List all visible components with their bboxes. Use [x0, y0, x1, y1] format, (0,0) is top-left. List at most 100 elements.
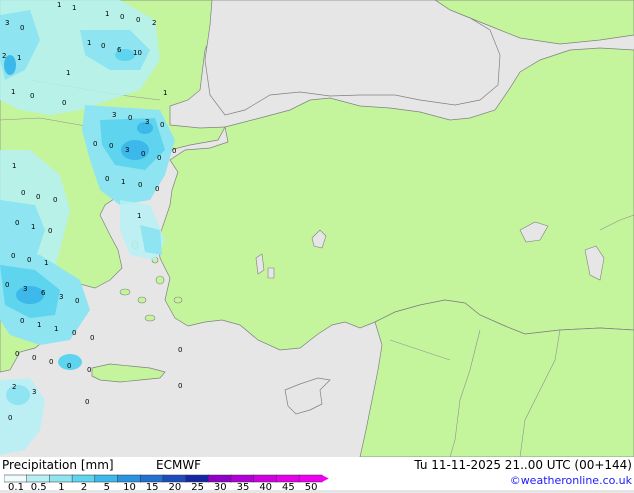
precip-amount-label: 3 [125, 146, 129, 154]
scale-tick-label: 10 [123, 482, 136, 493]
scale-swatch [298, 474, 323, 483]
precip-amount-label: 1 [57, 1, 61, 9]
scale-swatch [230, 474, 255, 483]
precip-amount-label: 1 [72, 4, 76, 12]
precip-amount-label: 0 [136, 16, 140, 24]
scale-tick-label: 20 [168, 482, 182, 493]
scale-tick-label: 1 [58, 482, 65, 493]
scale-swatch [71, 474, 96, 483]
precip-amount-label: 1 [54, 325, 58, 333]
precip-amount-label: 0 [30, 92, 34, 100]
precip-amount-label: 0 [120, 13, 124, 21]
precip-amount-label: 1 [105, 10, 109, 18]
precip-amount-label: 0 [62, 99, 66, 107]
scale-swatch [26, 474, 51, 483]
scale-tick-label: 30 [213, 482, 227, 493]
precip-amount-label: 1 [137, 212, 141, 220]
precip-amount-label: 0 [20, 317, 24, 325]
precip-amount-label: 3 [145, 118, 149, 126]
precip-amount-label: 6 [117, 46, 122, 54]
scale-swatch [162, 474, 187, 483]
precip-amount-label: 0 [49, 358, 53, 366]
precip-amount-label: 3 [59, 293, 63, 301]
precip-amount-label: 0 [155, 185, 159, 193]
scale-tick-label: 0.1 [8, 482, 24, 493]
scale-swatch [208, 474, 232, 483]
precip-amount-label: 1 [37, 321, 41, 329]
precip-amount-label: 0 [48, 227, 52, 235]
precip-amount-label: 1 [87, 39, 91, 47]
valid-time: Tu 11-11-2025 21..00 UTC (00+144) [414, 458, 632, 472]
scale-swatch [185, 474, 210, 483]
precip-amount-label: 0 [11, 252, 15, 260]
precip-amount-label: 1 [31, 223, 35, 231]
scale-swatch [94, 474, 119, 483]
precip-amount-label: 0 [72, 329, 76, 337]
scale-tick-label: 45 [282, 482, 295, 493]
scale-tick-label: 40 [259, 482, 273, 493]
precip-amount-label: 10 [133, 49, 142, 57]
precip-amount-label: 6 [41, 289, 46, 297]
precip-amount-label: 0 [75, 297, 79, 305]
scale-tick-label: 0.5 [30, 482, 47, 493]
scale-swatch [139, 474, 164, 483]
precip-amount-label: 3 [32, 388, 36, 396]
precip-amount-label: 0 [138, 181, 142, 189]
precip-amount-label: 0 [90, 334, 94, 342]
precip-amount-label: 0 [128, 114, 132, 122]
precip-amount-label: 0 [32, 354, 36, 362]
legend-title: Precipitation [mm] [2, 458, 114, 472]
scale-tick-label: 5 [103, 482, 110, 493]
precip-amount-label: 0 [105, 175, 109, 183]
precip-amount-label: 0 [172, 147, 176, 155]
precip-amount-label: 0 [157, 154, 161, 162]
precip-amount-label: 0 [109, 142, 113, 150]
precip-amount-label: 1 [44, 259, 48, 267]
credit-link[interactable]: ©weatheronline.co.uk [510, 474, 632, 487]
precip-amount-label: 3 [112, 111, 116, 119]
precip-amount-label: 1 [121, 178, 125, 186]
precip-amount-label: 0 [101, 42, 105, 50]
precip-amount-label: 3 [23, 285, 27, 293]
precip-amount-label: 0 [15, 219, 19, 227]
scale-tick-label: 35 [236, 482, 250, 493]
precip-amount-label: 0 [21, 189, 25, 197]
precip-amount-label: 2 [152, 19, 156, 27]
precip-amount-label: 1 [11, 88, 15, 96]
precip-amount-label: 0 [36, 193, 40, 201]
precip-amount-label: 1 [17, 54, 21, 62]
precip-amount-label: 0 [141, 150, 145, 158]
precip-amount-label: 0 [27, 256, 31, 264]
precip-amount-label: 0 [5, 281, 9, 289]
precip-amount-label: 0 [20, 24, 24, 32]
precip-amount-label: 3 [5, 19, 9, 27]
precip-amount-label: 0 [178, 346, 182, 354]
precip-amount-label: 0 [93, 140, 97, 148]
scale-tick-label: 2 [80, 482, 88, 493]
scale-end-arrow [321, 475, 329, 482]
scale-swatch [49, 474, 73, 483]
scale-tick-label: 25 [191, 482, 204, 493]
scale-swatch [4, 474, 28, 483]
scale-swatch [117, 474, 141, 483]
model-name: ECMWF [156, 458, 202, 472]
precip-amount-label: 0 [67, 362, 71, 370]
precip-amount-label: 0 [85, 398, 89, 406]
scale-tick-label: 50 [304, 482, 318, 493]
precip-amount-label: 2 [12, 383, 16, 391]
precip-amount-label: 2 [2, 52, 6, 60]
precip-amount-label: 0 [53, 196, 57, 204]
scale-swatch [253, 474, 278, 483]
precip-amount-label: 1 [163, 89, 167, 97]
precip-amount-label: 1 [66, 69, 70, 77]
precip-amount-label: 0 [87, 366, 91, 374]
precip-amount-label: 0 [160, 121, 164, 129]
scale-tick-label: 15 [145, 482, 159, 493]
precip-amount-label: 1 [12, 162, 16, 170]
precip-amount-label: 0 [178, 382, 182, 390]
precip-amount-label: 0 [8, 414, 12, 422]
weather-map: 301 11 0 0 22 11 0 6 1011 0013 0 3 00 0 3 0 0010 1 0 00 0 010… [0, 0, 634, 457]
precip-amount-label: 0 [15, 350, 19, 358]
scale-swatch [276, 474, 300, 483]
legend-footer: Precipitation [mm] ECMWF Tu 11-11-2025 2… [0, 457, 634, 493]
